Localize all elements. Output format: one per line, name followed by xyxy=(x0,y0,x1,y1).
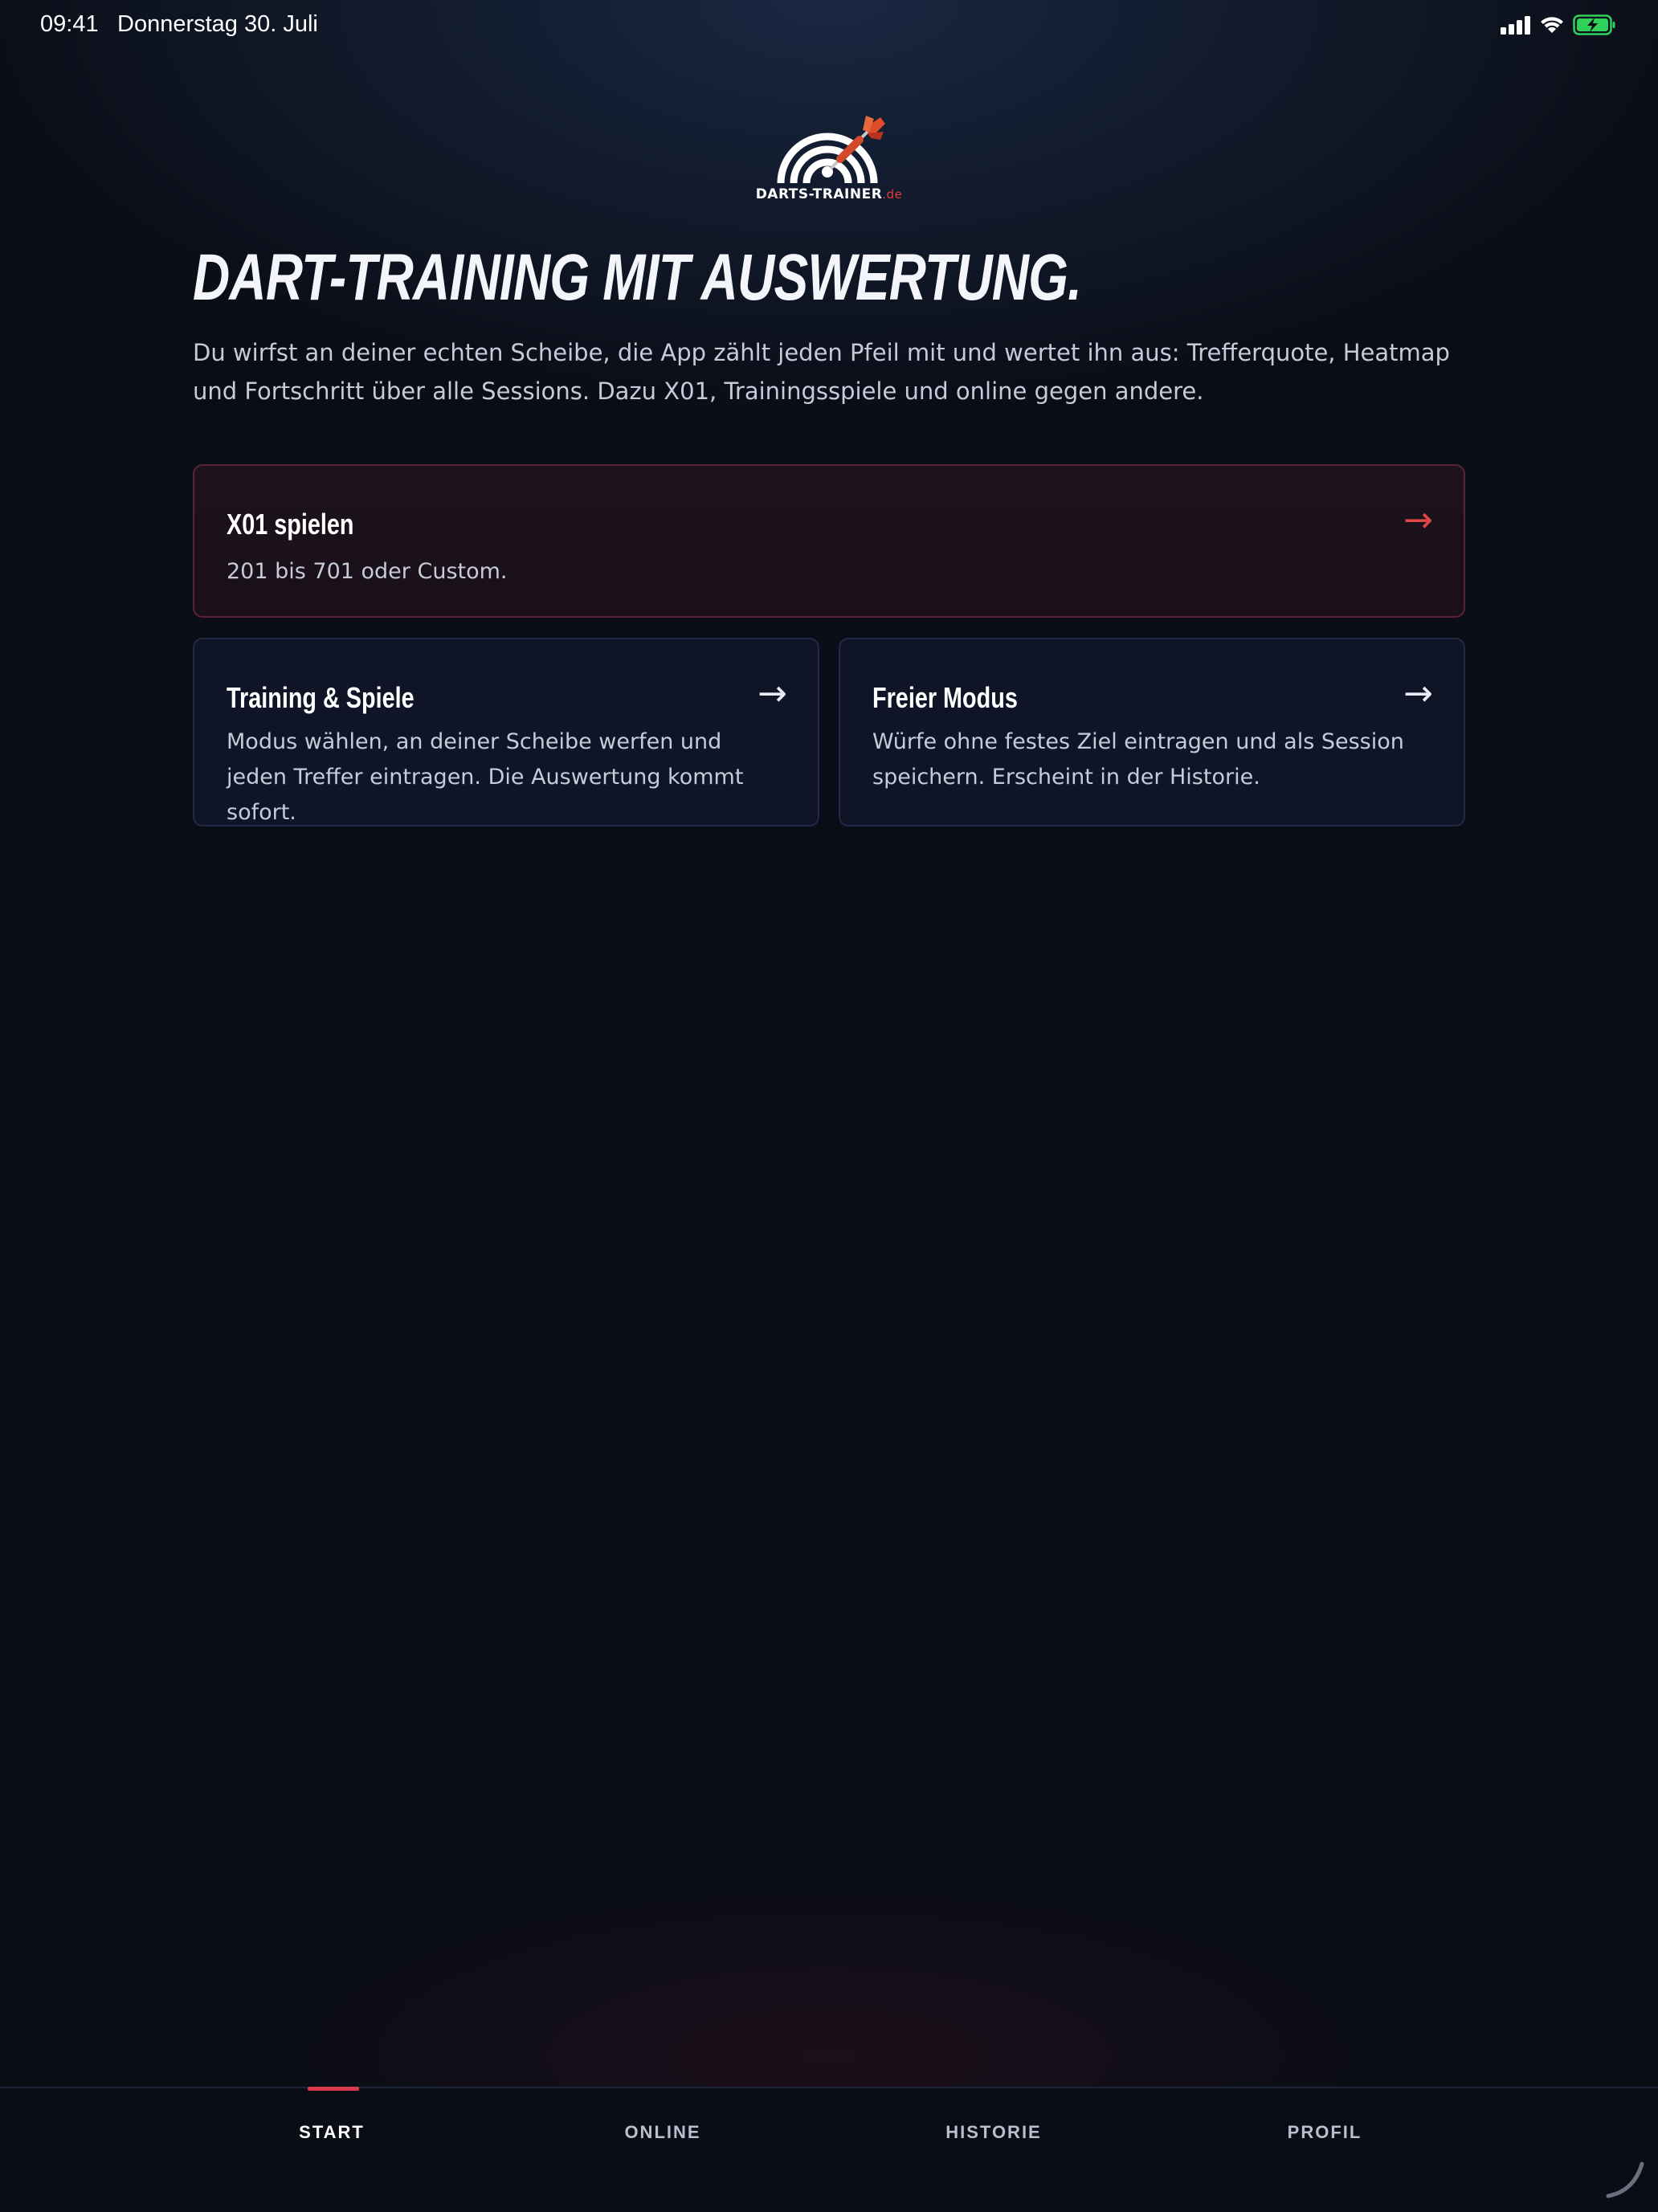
battery-charging-icon xyxy=(1573,14,1616,39)
training-games-card[interactable]: Training & Spiele Modus wählen, an deine… xyxy=(193,638,819,826)
card-description: Modus wählen, an deiner Scheibe werfen u… xyxy=(227,729,744,825)
nav-item-start[interactable]: START xyxy=(211,2087,452,2177)
free-mode-card[interactable]: Freier Modus Würfe ohne festes Ziel eint… xyxy=(839,638,1465,826)
corner-grabber-icon[interactable] xyxy=(1602,2154,1650,2202)
hero-description: Du wirfst an deiner echten Scheibe, die … xyxy=(193,339,1450,405)
logo-tld: .de xyxy=(882,187,903,202)
card-title: X01 spielen xyxy=(227,508,354,541)
arrow-right-icon: → xyxy=(758,673,787,714)
nav-label: ONLINE xyxy=(624,2122,701,2142)
status-icons xyxy=(1501,14,1616,39)
bottom-navigation: START ONLINE HISTORIE PROFIL xyxy=(0,2087,1658,2212)
arrow-right-icon: → xyxy=(1403,500,1433,541)
arrow-right-icon: → xyxy=(1403,673,1433,714)
nav-label: HISTORIE xyxy=(945,2122,1042,2142)
nav-item-historie[interactable]: HISTORIE xyxy=(873,2088,1114,2177)
card-title: Training & Spiele xyxy=(227,681,414,714)
cellular-signal-icon xyxy=(1501,15,1531,38)
nav-label: PROFIL xyxy=(1287,2122,1362,2142)
wifi-icon xyxy=(1539,15,1565,38)
background-glow xyxy=(0,0,1658,2210)
nav-item-profil[interactable]: PROFIL xyxy=(1204,2088,1445,2177)
nav-label: START xyxy=(299,2122,365,2142)
app-logo: DARTS-TRAINER.de xyxy=(747,112,911,209)
page-title: DART-TRAINING MIT AUSWERTUNG. xyxy=(193,241,1082,314)
card-description: 201 bis 701 oder Custom. xyxy=(227,559,508,584)
card-description: Würfe ohne festes Ziel eintragen und als… xyxy=(872,729,1404,790)
x01-play-card[interactable]: X01 spielen 201 bis 701 oder Custom. → xyxy=(193,464,1465,618)
status-bar: 09:41 Donnerstag 30. Juli xyxy=(0,0,1658,53)
card-title: Freier Modus xyxy=(872,681,1018,714)
dartboard-dart-icon xyxy=(777,116,885,184)
nav-item-online[interactable]: ONLINE xyxy=(542,2088,783,2177)
active-tab-indicator xyxy=(308,2087,359,2091)
logo-name: DARTS-TRAINER xyxy=(755,186,883,202)
status-date: Donnerstag 30. Juli xyxy=(117,11,318,37)
status-time: 09:41 xyxy=(40,11,99,37)
logo-wordmark: DARTS-TRAINER.de xyxy=(747,186,911,202)
